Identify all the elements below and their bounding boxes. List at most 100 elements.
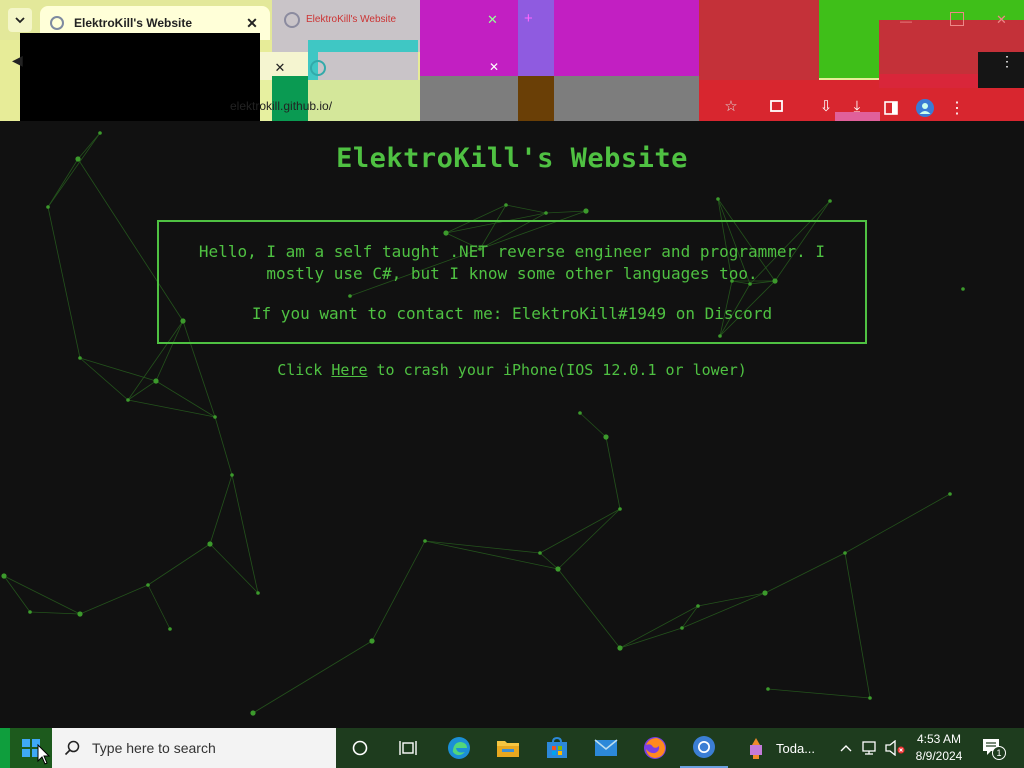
network-node: [544, 211, 548, 215]
glitch-block: [20, 33, 260, 121]
webpage: ElektroKill's Website Hello, I am a self…: [0, 121, 1024, 728]
mail-icon: [594, 739, 618, 756]
network-line: [539, 552, 559, 570]
save-icon[interactable]: ⇩: [815, 95, 837, 117]
search-icon: [64, 740, 80, 756]
network-node: [766, 687, 770, 691]
glitch-block: [699, 0, 819, 42]
app-button[interactable]: Toda...: [740, 728, 824, 768]
network-node: [423, 539, 427, 543]
download-icon[interactable]: ⤓: [846, 95, 868, 117]
tab-search-button[interactable]: [8, 8, 32, 32]
network-line: [605, 436, 621, 510]
menu-icon[interactable]: ⋮: [946, 97, 968, 119]
glitch-block: [554, 76, 699, 121]
page-title: ElektroKill's Website: [336, 143, 688, 174]
cortana-button[interactable]: [336, 728, 384, 768]
store-button[interactable]: [533, 728, 581, 768]
close-window-icon[interactable]: ✕: [996, 12, 1012, 28]
chrome-button[interactable]: [680, 728, 728, 768]
file-explorer-button[interactable]: [484, 728, 532, 768]
glitch-block: [819, 0, 879, 78]
network-node: [78, 356, 82, 360]
taskbar-search[interactable]: Type here to search: [52, 728, 336, 768]
glitch-block: [420, 40, 518, 80]
tab-title: ElektroKill's Website: [74, 16, 193, 30]
network-line: [214, 416, 233, 476]
tab-title-glitched: ElektroKill's Website: [306, 14, 397, 25]
network-node: [153, 378, 159, 384]
notification-button[interactable]: 1: [978, 728, 1008, 768]
edge-button[interactable]: [435, 728, 483, 768]
network-node: [716, 197, 720, 201]
address-bar[interactable]: elektrokill.github.io/: [230, 92, 332, 120]
profile-icon[interactable]: [914, 97, 936, 119]
network-icon[interactable]: [860, 728, 882, 768]
network-line: [127, 380, 157, 401]
network-node: [146, 583, 150, 587]
clock-date: 8/9/2024: [915, 749, 963, 763]
network-node: [538, 551, 542, 555]
menu-icon[interactable]: ⋮: [1000, 54, 1014, 78]
close-icon[interactable]: ✕: [487, 12, 501, 27]
glitch-block: [699, 42, 819, 80]
network-line: [147, 543, 211, 586]
network-line: [767, 688, 871, 699]
mouse-cursor: [37, 744, 51, 765]
network-node: [28, 610, 32, 614]
network-line: [557, 568, 621, 649]
network-line: [231, 474, 259, 594]
back-arrow-icon[interactable]: ◀: [12, 52, 23, 69]
network-node: [555, 566, 561, 572]
edge-icon: [448, 737, 470, 759]
network-line: [209, 543, 259, 594]
chevron-up-icon[interactable]: [836, 728, 856, 768]
network-node: [98, 131, 102, 135]
mail-button[interactable]: [582, 728, 630, 768]
app-icon: [750, 738, 762, 759]
about-text: Hello, I am a self taught .NET reverse e…: [198, 242, 826, 283]
network-line: [844, 552, 871, 699]
globe-icon: [50, 16, 64, 30]
globe-icon: [310, 60, 326, 76]
glitch-block: [518, 40, 554, 80]
network-line: [424, 540, 541, 554]
network-line: [3, 575, 31, 613]
glitch-block: [518, 76, 554, 121]
network-line: [3, 575, 81, 615]
network-node: [618, 507, 622, 511]
network-node: [828, 199, 832, 203]
network-node: [46, 205, 50, 209]
glitch-block: [554, 0, 699, 40]
url-text: elektrokill.github.io/: [230, 99, 333, 113]
network-node: [617, 645, 623, 651]
network-line: [371, 540, 426, 642]
network-node: [843, 551, 847, 555]
minimize-icon[interactable]: —: [900, 14, 920, 28]
star-icon[interactable]: ☆: [720, 95, 742, 117]
network-line: [579, 412, 607, 438]
network-line: [79, 584, 149, 615]
extension-icon[interactable]: [766, 95, 788, 117]
network-node: [213, 415, 217, 419]
clock[interactable]: 4:53 AM 8/9/2024: [905, 731, 973, 765]
network-line: [147, 584, 171, 630]
firefox-button[interactable]: [631, 728, 679, 768]
close-icon[interactable]: ✕: [244, 15, 260, 32]
volume-icon[interactable]: [884, 728, 906, 768]
crash-link[interactable]: Here: [331, 361, 367, 379]
sidebar-icon[interactable]: [880, 97, 902, 119]
task-view-button[interactable]: [384, 728, 432, 768]
network-node: [868, 696, 872, 700]
maximize-icon[interactable]: [950, 12, 964, 26]
store-icon: [547, 737, 567, 758]
network-node: [578, 411, 582, 415]
firefox-icon: [644, 737, 666, 759]
plus-icon[interactable]: +: [524, 10, 538, 27]
close-icon[interactable]: ✕: [489, 60, 503, 74]
glitch-block: [420, 76, 518, 121]
close-icon[interactable]: ✕: [268, 58, 292, 78]
network-line: [557, 508, 621, 570]
network-line: [697, 592, 766, 607]
network-node: [168, 627, 172, 631]
